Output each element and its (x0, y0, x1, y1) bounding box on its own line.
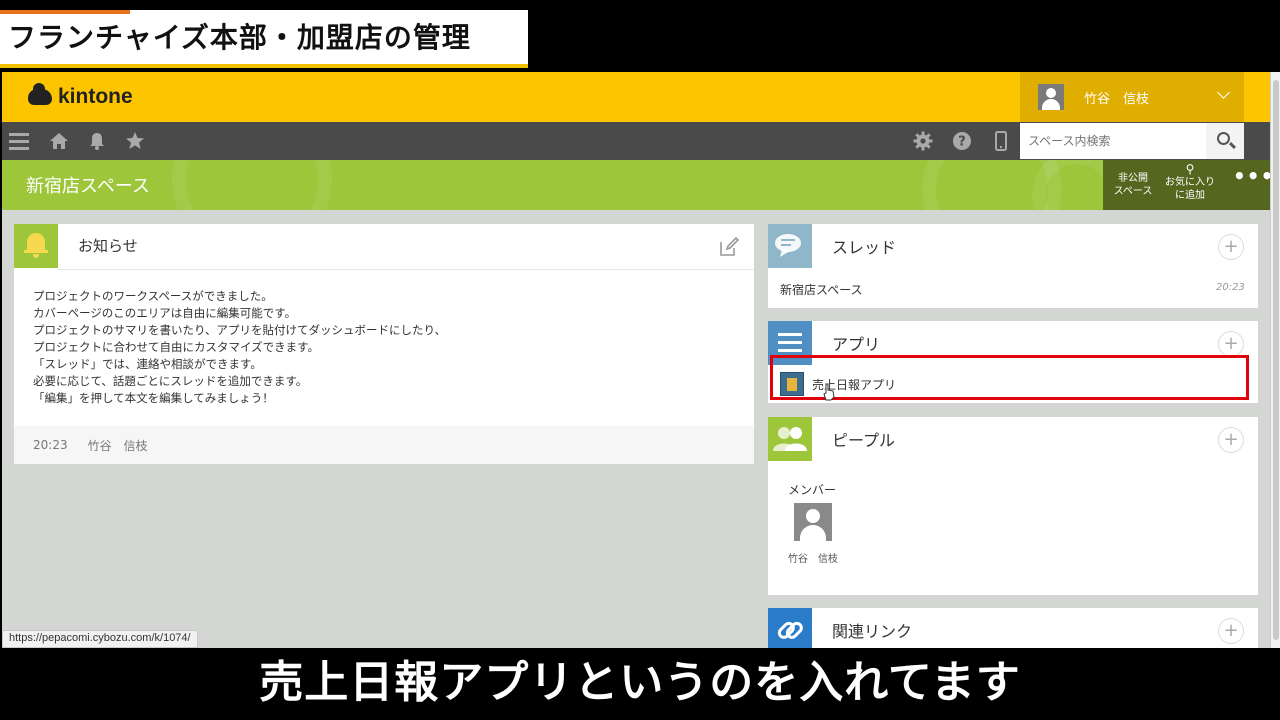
apps-widget: アプリ + 売上日報アプリ (768, 321, 1258, 403)
space-banner: 新宿店スペース 非公開 スペース ⚲ お気に入り に追加 ••• (2, 160, 1270, 210)
private-label-line2: スペース (1113, 186, 1153, 197)
notice-line: プロジェクトに合わせて自由にカスタマイズできます。 (33, 340, 320, 354)
kintone-logo[interactable]: kintone (28, 83, 133, 109)
add-favorite-button[interactable]: ⚲ お気に入り に追加 (1165, 163, 1215, 202)
notice-line: プロジェクトのサマリを書いたり、アプリを貼付けてダッシュボードにしたり、 (33, 323, 447, 337)
video-frame: フランチャイズ本部・加盟店の管理 kintone 竹谷 信枝 ? スペース内検索… (0, 0, 1280, 720)
browser-viewport: kintone 竹谷 信枝 ? スペース内検索 新宿店スペース 非公開 スペース… (2, 72, 1270, 648)
app-label: 売上日報アプリ (812, 377, 897, 392)
add-app-button[interactable]: + (1218, 331, 1244, 357)
member-name[interactable]: 竹谷 信枝 (788, 550, 838, 565)
thread-time: 20:23 (1216, 282, 1245, 293)
private-space-button[interactable]: 非公開 スペース (1113, 172, 1153, 198)
top-caption-accent (0, 10, 130, 14)
people-icon (768, 417, 812, 461)
user-menu[interactable]: 竹谷 信枝 (1020, 72, 1244, 122)
brand-name: kintone (58, 85, 133, 108)
notice-title: お知らせ (78, 237, 138, 255)
settings-gear-icon[interactable] (912, 130, 934, 152)
kintone-header: kintone 竹谷 信枝 (2, 72, 1270, 122)
notice-body: プロジェクトのワークスペースができました。 カバーページのこのエリアは自由に編集… (33, 288, 446, 407)
user-name: 竹谷 信枝 (1084, 91, 1150, 107)
thread-title: スレッド (832, 238, 897, 257)
notice-line: プロジェクトのワークスペースができました。 (33, 289, 273, 303)
status-bar-url: https://pepacomi.cybozu.com/k/1074/ (2, 630, 198, 648)
link-chain-icon (768, 608, 812, 648)
sales-report-app-icon (780, 372, 804, 396)
notice-bell-icon (14, 224, 58, 268)
help-icon[interactable]: ? (951, 130, 973, 152)
members-label: メンバー (788, 483, 837, 497)
home-icon[interactable] (48, 130, 70, 152)
app-link-sales-report[interactable]: 売上日報アプリ (780, 371, 1240, 397)
space-actions: 非公開 スペース ⚲ お気に入り に追加 ••• (1103, 160, 1270, 210)
pin-icon: ⚲ (1185, 162, 1195, 176)
bottom-caption: 売上日報アプリというのを入れてます (259, 657, 1021, 708)
fav-label-line1: お気に入り (1165, 177, 1215, 188)
notice-line: 必要に応じて、話題ごとにスレッドを追加できます。 (33, 374, 308, 388)
toolbar: ? (2, 122, 1270, 160)
menu-icon[interactable] (8, 130, 30, 152)
member-avatar[interactable] (794, 503, 832, 541)
related-links-title: 関連リンク (832, 622, 913, 641)
notice-author[interactable]: 竹谷 信枝 (88, 437, 148, 454)
favorites-star-icon[interactable] (124, 130, 146, 152)
mobile-icon[interactable] (990, 130, 1012, 152)
space-title: 新宿店スペース (26, 176, 150, 197)
top-caption: フランチャイズ本部・加盟店の管理 (8, 21, 471, 54)
related-links-widget: 関連リンク + (768, 608, 1258, 648)
notice-line: 「スレッド」では、連絡や相談ができます。 (33, 357, 262, 371)
space-search-input[interactable] (1020, 123, 1206, 159)
edit-icon[interactable] (718, 236, 740, 258)
fav-label-line2: に追加 (1175, 190, 1205, 201)
chevron-down-icon (1217, 86, 1230, 99)
thread-speech-bubble-icon (768, 224, 812, 268)
add-link-button[interactable]: + (1218, 618, 1244, 644)
people-title: ピープル (832, 431, 896, 450)
notice-footer: 20:23 竹谷 信枝 (14, 426, 754, 464)
private-label-line1: 非公開 (1118, 173, 1148, 184)
notice-time: 20:23 (33, 438, 68, 452)
svg-text:?: ? (958, 135, 966, 150)
search-button[interactable] (1206, 123, 1244, 159)
banner-decoration (172, 160, 332, 210)
more-options-icon[interactable]: ••• (1233, 166, 1270, 186)
apps-title: アプリ (832, 335, 881, 354)
user-avatar-icon (1038, 84, 1064, 110)
vertical-scrollbar[interactable] (1270, 72, 1280, 648)
notice-widget: お知らせ プロジェクトのワークスペースができました。 カバーページのこのエリアは… (14, 224, 754, 464)
people-widget: ピープル + メンバー 竹谷 信枝 (768, 417, 1258, 595)
app-list-icon (768, 321, 812, 365)
divider (58, 269, 754, 270)
scrollbar-thumb[interactable] (1273, 80, 1279, 640)
add-member-button[interactable]: + (1218, 427, 1244, 453)
add-thread-button[interactable]: + (1218, 234, 1244, 260)
notice-line: 「編集」を押して本文を編集してみましょう！ (33, 391, 274, 405)
notification-bell-icon[interactable] (86, 130, 108, 152)
thread-widget: スレッド + 新宿店スペース 20:23 (768, 224, 1258, 308)
kintone-cloud-icon (28, 83, 52, 105)
notice-line: カバーページのこのエリアは自由に編集可能です。 (33, 306, 297, 320)
thread-link[interactable]: 新宿店スペース (780, 281, 863, 298)
